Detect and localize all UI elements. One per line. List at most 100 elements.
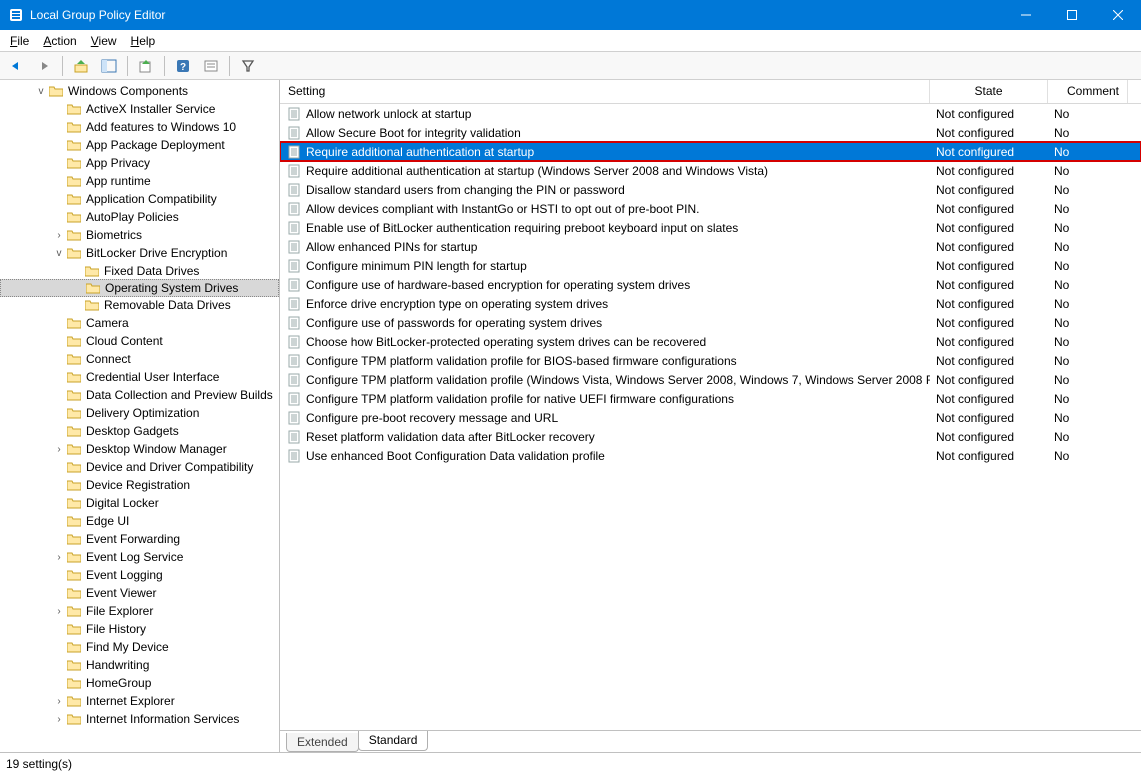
tree-item[interactable]: Device Registration [0,476,279,494]
policy-row[interactable]: Configure TPM platform validation profil… [280,370,1141,389]
policy-row[interactable]: Require additional authentication at sta… [280,142,1141,161]
tree-item[interactable]: Application Compatibility [0,190,279,208]
tree-item[interactable]: ›Event Log Service [0,548,279,566]
tab-extended[interactable]: Extended [286,733,359,752]
folder-icon [66,514,82,528]
chevron-down-icon[interactable]: v [52,248,66,259]
policy-row[interactable]: Configure use of hardware-based encrypti… [280,275,1141,294]
tree-item[interactable]: Delivery Optimization [0,404,279,422]
tree-pane[interactable]: v Windows Components ActiveX Installer S… [0,80,280,752]
policy-row[interactable]: Enforce drive encryption type on operati… [280,294,1141,313]
menu-file[interactable]: File [4,32,35,50]
policy-icon [286,258,302,274]
policy-row[interactable]: Allow devices compliant with InstantGo o… [280,199,1141,218]
tree-item[interactable]: Add features to Windows 10 [0,118,279,136]
tree-item[interactable]: ›Internet Information Services [0,710,279,728]
policy-name: Use enhanced Boot Configuration Data val… [306,449,605,463]
folder-icon [66,676,82,690]
tree-item[interactable]: ›Biometrics [0,226,279,244]
policy-row[interactable]: Configure use of passwords for operating… [280,313,1141,332]
policy-row[interactable]: Require additional authentication at sta… [280,161,1141,180]
help-button[interactable]: ? [171,54,195,78]
folder-icon [66,658,82,672]
menu-action[interactable]: Action [37,32,82,50]
policy-state: Not configured [930,126,1048,140]
tree-item-windows-components[interactable]: v Windows Components [0,82,279,100]
tree-item[interactable]: ›Desktop Window Manager [0,440,279,458]
tree-item[interactable]: Connect [0,350,279,368]
tree-item[interactable]: Cloud Content [0,332,279,350]
tree-item[interactable]: Edge UI [0,512,279,530]
tree-item[interactable]: Data Collection and Preview Builds [0,386,279,404]
policy-icon [286,144,302,160]
tree-item[interactable]: ActiveX Installer Service [0,100,279,118]
minimize-button[interactable] [1003,0,1049,30]
policy-state: Not configured [930,145,1048,159]
policy-row[interactable]: Configure minimum PIN length for startup… [280,256,1141,275]
policy-comment: No [1048,373,1128,387]
chevron-right-icon[interactable]: › [52,696,66,707]
tree-item[interactable]: Operating System Drives [0,279,279,297]
policy-row[interactable]: Use enhanced Boot Configuration Data val… [280,446,1141,465]
tree-item[interactable]: Desktop Gadgets [0,422,279,440]
list-body[interactable]: Allow network unlock at startupNot confi… [280,104,1141,730]
policy-icon [286,296,302,312]
tree-item[interactable]: Removable Data Drives [0,296,279,314]
folder-icon [66,370,82,384]
export-list-button[interactable] [134,54,158,78]
tree-item[interactable]: Credential User Interface [0,368,279,386]
forward-button[interactable] [32,54,56,78]
policy-name: Disallow standard users from changing th… [306,183,625,197]
tree-item[interactable]: Find My Device [0,638,279,656]
tree-item[interactable]: App runtime [0,172,279,190]
policy-row[interactable]: Allow network unlock at startupNot confi… [280,104,1141,123]
tab-standard[interactable]: Standard [358,731,429,751]
tree-item-label: ActiveX Installer Service [86,102,215,116]
column-header-setting[interactable]: Setting [280,80,930,103]
close-button[interactable] [1095,0,1141,30]
column-header-comment[interactable]: Comment [1048,80,1128,103]
properties-button[interactable] [199,54,223,78]
chevron-right-icon[interactable]: › [52,230,66,241]
tree-item[interactable]: App Package Deployment [0,136,279,154]
policy-row[interactable]: Disallow standard users from changing th… [280,180,1141,199]
tree-item[interactable]: ›File Explorer [0,602,279,620]
policy-row[interactable]: Configure pre-boot recovery message and … [280,408,1141,427]
tree-item[interactable]: vBitLocker Drive Encryption [0,244,279,262]
tree-item[interactable]: Fixed Data Drives [0,262,279,280]
back-button[interactable] [4,54,28,78]
filter-button[interactable] [236,54,260,78]
tree-item[interactable]: Device and Driver Compatibility [0,458,279,476]
policy-row[interactable]: Choose how BitLocker-protected operating… [280,332,1141,351]
maximize-button[interactable] [1049,0,1095,30]
tree-item[interactable]: Event Logging [0,566,279,584]
policy-row[interactable]: Configure TPM platform validation profil… [280,389,1141,408]
policy-state: Not configured [930,183,1048,197]
menu-help[interactable]: Help [125,32,162,50]
column-header-state[interactable]: State [930,80,1048,103]
tree-item[interactable]: Event Viewer [0,584,279,602]
policy-row[interactable]: Allow Secure Boot for integrity validati… [280,123,1141,142]
tree-item[interactable]: AutoPlay Policies [0,208,279,226]
chevron-right-icon[interactable]: › [52,606,66,617]
policy-row[interactable]: Enable use of BitLocker authentication r… [280,218,1141,237]
tree-item[interactable]: Handwriting [0,656,279,674]
tree-item[interactable]: File History [0,620,279,638]
menu-view[interactable]: View [85,32,123,50]
folder-icon [66,442,82,456]
tree-item[interactable]: Digital Locker [0,494,279,512]
show-hide-tree-button[interactable] [97,54,121,78]
policy-row[interactable]: Allow enhanced PINs for startupNot confi… [280,237,1141,256]
policy-row[interactable]: Reset platform validation data after Bit… [280,427,1141,446]
policy-row[interactable]: Configure TPM platform validation profil… [280,351,1141,370]
tree-item[interactable]: Camera [0,314,279,332]
up-button[interactable] [69,54,93,78]
tree-item[interactable]: Event Forwarding [0,530,279,548]
chevron-right-icon[interactable]: › [52,552,66,563]
chevron-right-icon[interactable]: › [52,444,66,455]
chevron-down-icon[interactable]: v [34,86,48,97]
chevron-right-icon[interactable]: › [52,714,66,725]
tree-item[interactable]: HomeGroup [0,674,279,692]
tree-item[interactable]: ›Internet Explorer [0,692,279,710]
tree-item[interactable]: App Privacy [0,154,279,172]
